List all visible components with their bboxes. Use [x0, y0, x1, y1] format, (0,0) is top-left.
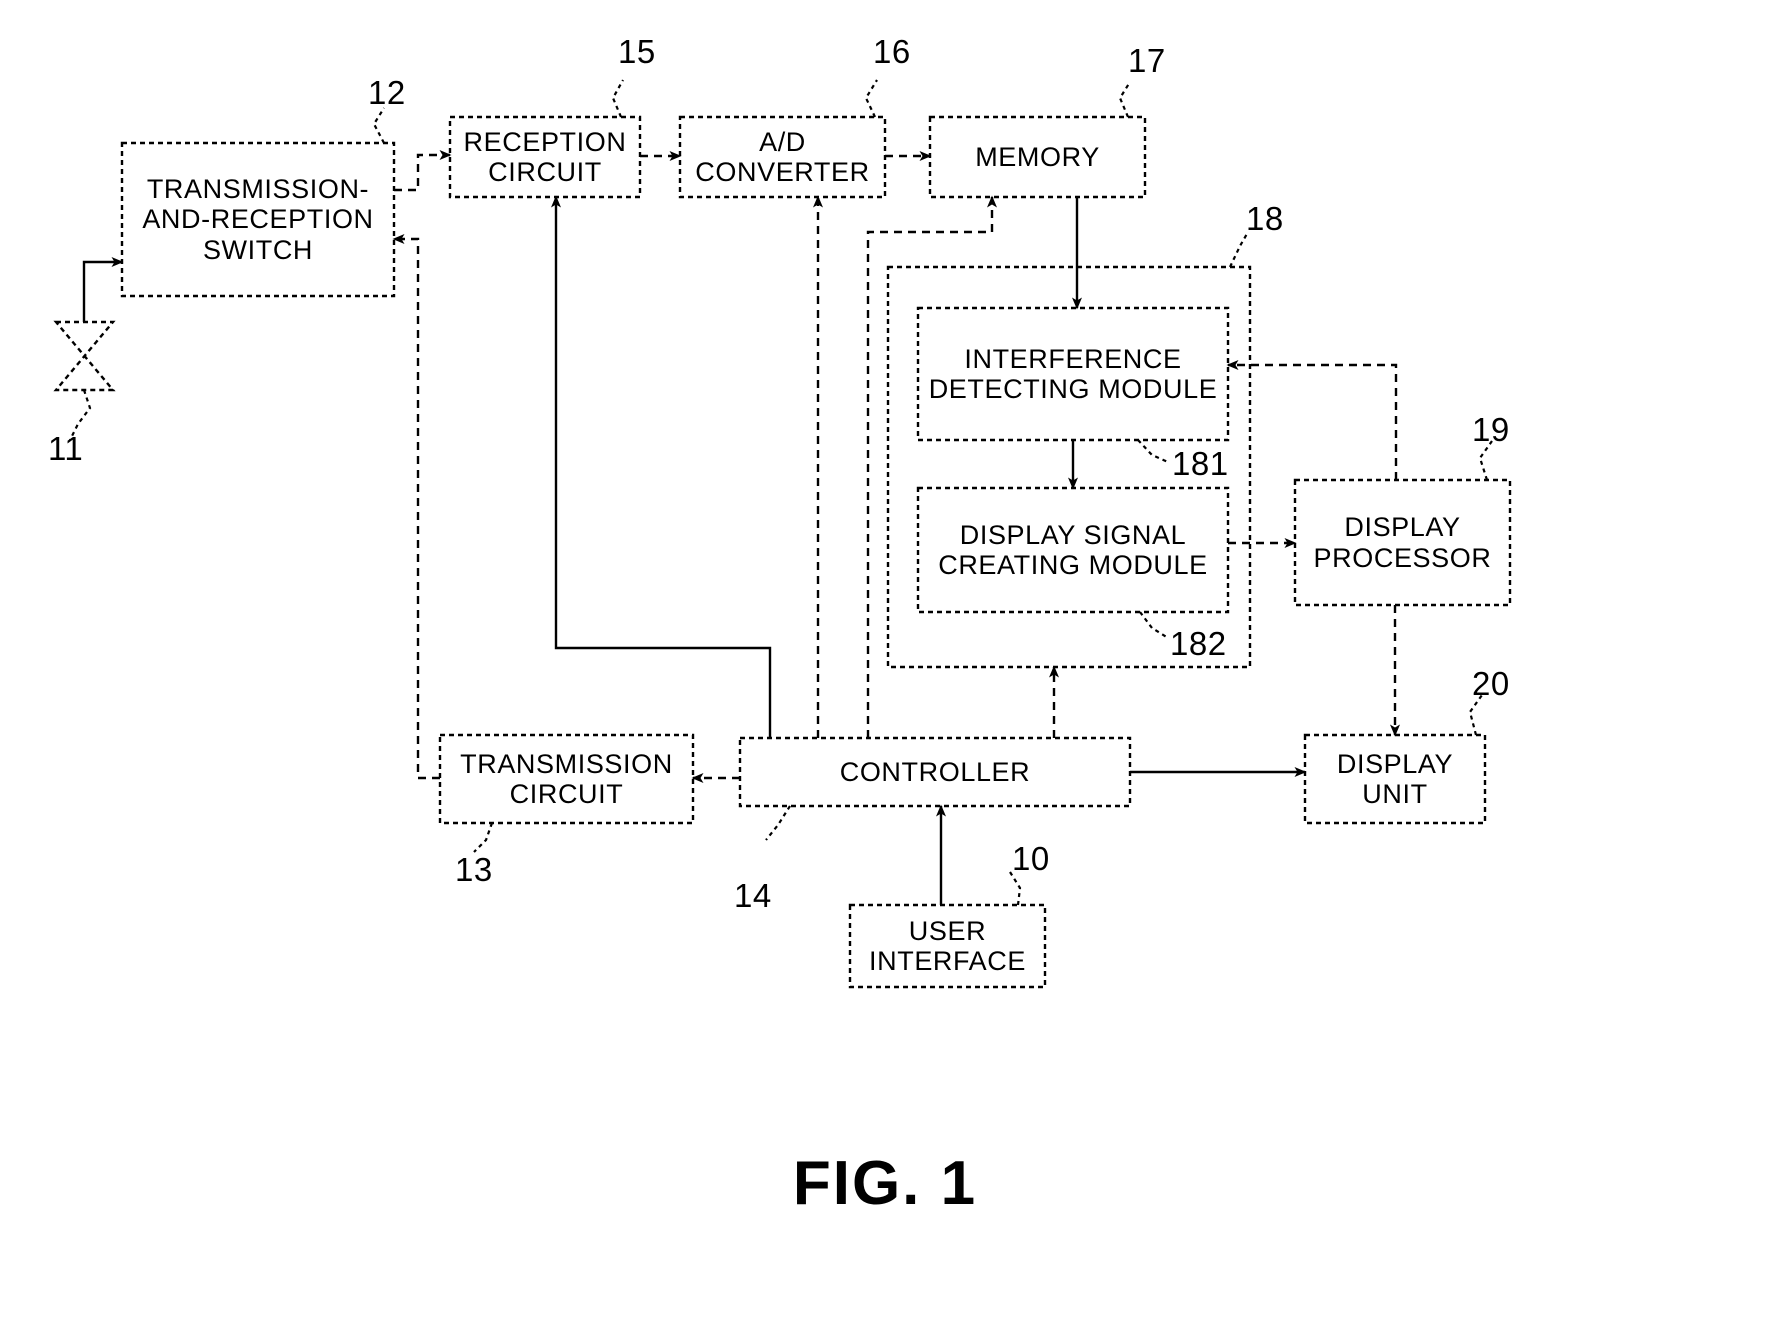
ref-numeral-13: 13: [455, 851, 493, 888]
box-display-processor: [1293, 478, 1512, 607]
box-controller: [738, 736, 1132, 808]
box-display-signal-creating-module: [916, 486, 1230, 614]
ref-numeral-14: 14: [734, 877, 772, 914]
leader-182: [1139, 611, 1169, 639]
line-transmission-circuit-to-switch: [392, 234, 440, 780]
leader-12: [372, 107, 385, 144]
box-memory: [928, 115, 1147, 199]
leader-181: [1137, 439, 1169, 464]
diagram-vector-layer: [53, 79, 1512, 989]
box-interference-detecting-module: [916, 306, 1230, 442]
leader-13: [473, 822, 494, 853]
ref-numeral-19: 19: [1472, 411, 1510, 448]
ref-numeral-16: 16: [873, 33, 911, 70]
ref-numeral-15: 15: [618, 33, 656, 70]
figure-caption: FIG. 1: [792, 1149, 978, 1218]
line-display-processor-to-interference-module: [1226, 360, 1398, 480]
ref-numeral-12: 12: [368, 74, 406, 111]
leader-14: [765, 805, 791, 841]
line-controller-to-reception-circuit: [551, 195, 772, 738]
connector-lines: [82, 150, 1400, 905]
box-transmission-and-reception-switch: [120, 141, 396, 298]
block-outlines: [120, 115, 1512, 989]
box-user-interface: [848, 903, 1047, 989]
box-ad-converter: [678, 115, 887, 199]
line-transducer-to-switch: [82, 257, 124, 322]
leader-16: [864, 79, 878, 118]
patent-figure: TRANSMISSION- AND-RECEPTION SWITCH RECEP…: [0, 0, 1770, 1318]
ref-numeral-17: 17: [1128, 42, 1166, 79]
line-controller-to-memory: [866, 195, 997, 738]
ref-numeral-181: 181: [1172, 445, 1229, 482]
ref-numeral-10: 10: [1012, 840, 1050, 877]
line-switch-to-reception-circuit: [394, 150, 452, 192]
ref-numeral-182: 182: [1170, 625, 1227, 662]
ref-numeral-18: 18: [1246, 200, 1284, 237]
ref-numeral-11: 11: [48, 430, 84, 467]
leader-15: [611, 79, 624, 118]
leader-17: [1118, 81, 1131, 118]
ultrasonic-transducer-icon: [53, 320, 116, 392]
box-display-unit: [1303, 733, 1487, 825]
box-reception-circuit: [448, 115, 642, 199]
box-transmission-circuit: [438, 733, 695, 825]
ref-numeral-20: 20: [1472, 665, 1510, 702]
